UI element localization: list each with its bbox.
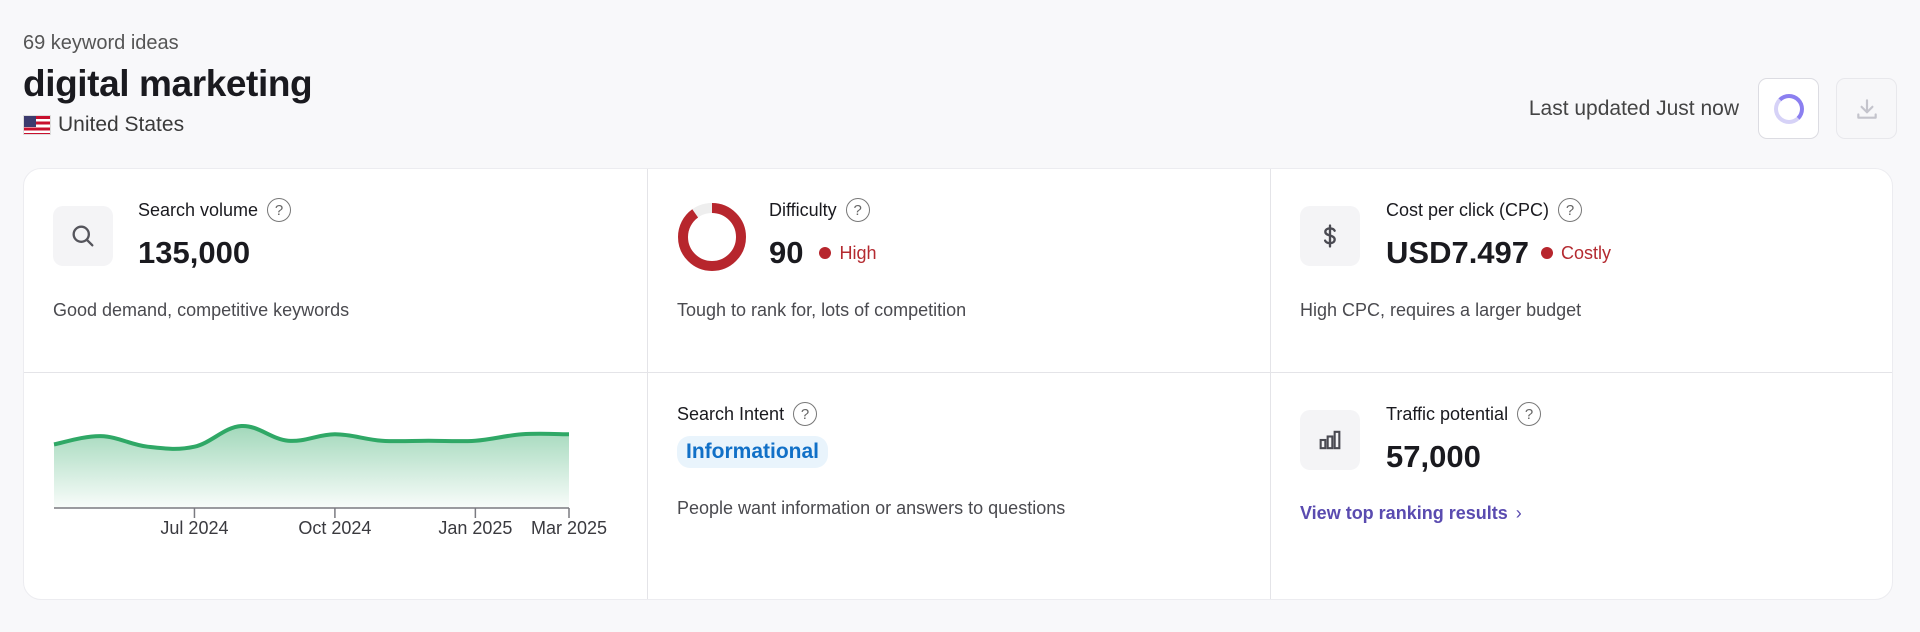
view-top-ranking-label: View top ranking results (1300, 503, 1508, 523)
search-intent-label: Search Intent (677, 403, 785, 424)
divider (647, 169, 648, 599)
traffic-potential-title: Traffic potential ? (1386, 402, 1542, 426)
help-icon[interactable]: ? (793, 402, 818, 426)
country-label: United States (58, 113, 185, 136)
difficulty-label: Difficulty (769, 199, 837, 220)
search-intent-title: Search Intent ? (677, 402, 818, 426)
difficulty-gauge-icon (678, 203, 746, 271)
chevron-right-icon: › (1515, 503, 1522, 523)
help-icon[interactable]: ? (1517, 402, 1542, 426)
divider (1270, 169, 1271, 599)
x-tick-label: Jul 2024 (160, 518, 228, 538)
difficulty-description: Tough to rank for, lots of competition (677, 300, 967, 320)
keyword-overview-card: Search volume ? 135,000 Good demand, com… (23, 168, 1893, 600)
x-tick-label: Jan 2025 (438, 518, 512, 538)
download-icon (1856, 98, 1877, 119)
dollar-icon-box (1300, 206, 1360, 266)
search-intent-description: People want information or answers to qu… (677, 498, 1066, 518)
cpc-title: Cost per click (CPC) ? (1386, 198, 1583, 222)
country-selector: United States (23, 112, 312, 138)
dollar-icon (1323, 224, 1336, 248)
traffic-potential-value: 57,000 (1386, 439, 1481, 474)
status-dot-icon (819, 247, 832, 259)
cpc-description: High CPC, requires a larger budget (1300, 300, 1582, 320)
cpc-label: Cost per click (CPC) (1386, 199, 1550, 220)
help-icon[interactable]: ? (1558, 198, 1583, 222)
x-tick-label: Mar 2025 (531, 518, 607, 538)
keyword-header: 69 keyword ideas digital marketing Unite… (23, 30, 313, 138)
help-icon[interactable]: ? (845, 198, 870, 222)
bar-chart-icon (1319, 430, 1341, 450)
keyword-count: 69 keyword ideas (23, 32, 179, 54)
cpc-level-badge: Costly (1541, 243, 1611, 264)
loading-spinner-icon (1773, 93, 1804, 124)
download-button[interactable] (1836, 78, 1897, 139)
difficulty-level-text: High (839, 242, 877, 263)
trend-chart: Jul 2024 Oct 2024 Jan 2025 Mar 2025 (53, 423, 607, 538)
view-top-ranking-link[interactable]: View top ranking results › (1300, 503, 1522, 524)
cpc-score: USD7.497 Costly (1386, 235, 1611, 271)
difficulty-title: Difficulty ? (769, 198, 870, 222)
cpc-value: USD7.497 (1386, 235, 1530, 270)
keyword-title: digital marketing (23, 63, 313, 104)
last-updated-text: Last updated Just now (1528, 96, 1739, 120)
intent-badge: Informational (677, 436, 829, 468)
status-dot-icon (1541, 247, 1554, 259)
difficulty-level-badge: High (819, 242, 877, 264)
toolbar: Last updated Just now (1529, 78, 1897, 139)
difficulty-value: 90 (769, 235, 804, 270)
cpc-level-text: Costly (1561, 242, 1612, 263)
difficulty-score: 90 High (769, 235, 877, 271)
bar-chart-icon-box (1300, 410, 1360, 470)
x-tick-label: Oct 2024 (298, 518, 371, 538)
us-flag-icon (23, 115, 51, 135)
refresh-button[interactable] (1758, 78, 1819, 139)
traffic-potential-label: Traffic potential (1386, 403, 1509, 424)
